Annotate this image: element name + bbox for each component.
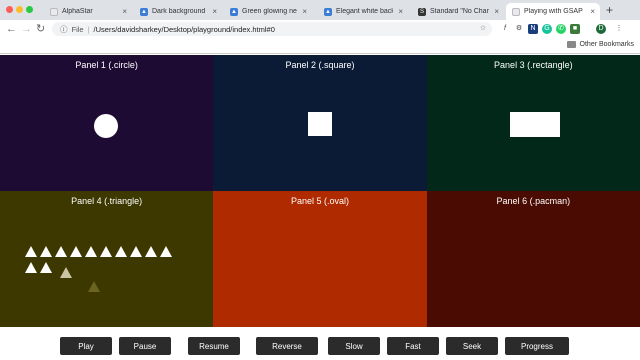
triangle-shape <box>55 246 67 257</box>
seek-button[interactable]: Seek <box>446 337 498 355</box>
menu-icon[interactable]: ⋮ <box>614 24 624 34</box>
triangle-shape <box>25 246 37 257</box>
triangle-shape <box>100 246 112 257</box>
tab-strip: AlphaStar × ▲ Dark background Vect × ▲ G… <box>0 0 640 20</box>
browser-tab-green-glowing[interactable]: ▲ Green glowing neon b × <box>224 3 312 20</box>
triangle-shape <box>145 246 157 257</box>
other-bookmarks-folder[interactable]: Other Bookmarks <box>566 41 634 48</box>
page-icon <box>50 7 58 16</box>
panel-triangle: Panel 4 (.triangle) <box>0 191 214 327</box>
browser-tab-dark-background[interactable]: ▲ Dark background Vect × <box>134 3 222 20</box>
rectangle-shape <box>509 112 560 137</box>
tab-label: Elegant white backgr <box>336 8 394 15</box>
close-tab-icon[interactable]: × <box>117 7 132 16</box>
browser-tab-alphastar[interactable]: AlphaStar × <box>44 3 132 20</box>
bookmarks-bar: Other Bookmarks <box>0 38 640 54</box>
square-shape <box>308 112 333 136</box>
resume-button[interactable]: Resume <box>188 337 240 355</box>
panel-grid: Panel 1 (.circle) Panel 2 (.square) Pane… <box>0 55 640 327</box>
triangle-shape <box>40 246 52 257</box>
play-button[interactable]: Play <box>60 337 112 355</box>
slow-button[interactable]: Slow <box>328 337 380 355</box>
controls-bar: Play Pause Resume Reverse Slow Fast Seek… <box>0 327 640 360</box>
progress-button[interactable]: Progress <box>505 337 569 355</box>
close-tab-icon[interactable]: × <box>393 7 408 16</box>
address-bar[interactable]: ⓘ File | /Users/davidsharkey/Desktop/pla… <box>52 22 492 36</box>
triangle-shape <box>85 246 97 257</box>
info-icon: ⓘ <box>60 24 68 34</box>
panel-title: Panel 1 (.circle) <box>75 60 138 70</box>
triangle-shape <box>70 246 82 257</box>
close-tab-icon[interactable]: × <box>297 7 312 16</box>
maximize-window-icon[interactable] <box>26 6 33 13</box>
page-icon <box>512 7 520 16</box>
triangle-shape <box>25 262 37 273</box>
panel-pacman: Panel 6 (.pacman) <box>426 191 640 327</box>
circle-shape <box>94 114 118 138</box>
browser-tab-elegant-white[interactable]: ▲ Elegant white backgr × <box>318 3 408 20</box>
profile-avatar[interactable]: D <box>596 24 606 34</box>
star-bookmark-icon[interactable]: ☆ <box>478 24 488 34</box>
browser-toolbar: ← → ↻ ⓘ File | /Users/davidsharkey/Deskt… <box>0 20 640 38</box>
browser-chrome: AlphaStar × ▲ Dark background Vect × ▲ G… <box>0 0 640 54</box>
reload-icon[interactable]: ↻ <box>36 22 45 36</box>
address-separator: | <box>87 24 90 34</box>
forward-arrow-icon[interactable]: → <box>21 22 32 36</box>
back-arrow-icon[interactable]: ← <box>6 22 17 36</box>
browser-tab-playing-with-gsap[interactable]: Playing with GSAP × <box>506 3 600 20</box>
new-tab-button[interactable]: + <box>606 3 613 17</box>
tab-label: Playing with GSAP <box>524 8 583 15</box>
tab-label: Dark background Vect <box>152 8 207 15</box>
vecteezy-icon: ▲ <box>324 7 332 16</box>
tab-label: Standard "No Charge <box>430 8 489 15</box>
panel-title: Panel 4 (.triangle) <box>71 196 143 206</box>
other-bookmarks-label: Other Bookmarks <box>579 41 634 48</box>
whatsapp-icon[interactable]: ✆ <box>556 24 566 34</box>
panel-oval: Panel 5 (.oval) <box>213 191 427 327</box>
triangle-shape <box>88 281 100 292</box>
note-extension-icon[interactable]: N <box>528 24 538 34</box>
vecteezy-icon: ▲ <box>230 7 238 16</box>
panel-title: Panel 3 (.rectangle) <box>494 60 573 70</box>
address-url: /Users/davidsharkey/Desktop/playground/i… <box>93 24 275 34</box>
close-tab-icon[interactable]: × <box>207 7 222 16</box>
folder-icon <box>566 41 576 48</box>
triangle-shape <box>60 267 72 278</box>
font-extension-icon[interactable]: f <box>500 24 510 34</box>
triangle-shape <box>160 246 172 257</box>
panel-rectangle: Panel 3 (.rectangle) <box>426 55 640 191</box>
pause-button[interactable]: Pause <box>119 337 171 355</box>
puzzle-extension-icon[interactable]: ■ <box>570 24 580 34</box>
panel-title: Panel 5 (.oval) <box>290 196 349 206</box>
panel-square: Panel 2 (.square) <box>213 55 427 191</box>
address-scheme-label: File <box>71 24 84 34</box>
grammarly-icon[interactable]: G <box>542 24 552 34</box>
fast-button[interactable]: Fast <box>387 337 439 355</box>
browser-tab-standard-no-charge[interactable]: S Standard "No Charge × <box>412 3 504 20</box>
close-window-icon[interactable] <box>6 6 13 13</box>
triangle-shape <box>115 246 127 257</box>
extension-icon[interactable]: ⚙ <box>514 24 524 34</box>
reverse-button[interactable]: Reverse <box>256 337 318 355</box>
close-tab-icon[interactable]: × <box>585 7 600 16</box>
vecteezy-icon: ▲ <box>140 7 148 16</box>
panel-title: Panel 6 (.pacman) <box>496 196 571 206</box>
minimize-window-icon[interactable] <box>16 6 23 13</box>
panel-title: Panel 2 (.square) <box>285 60 355 70</box>
triangle-shape <box>130 246 142 257</box>
close-tab-icon[interactable]: × <box>489 7 504 16</box>
tab-label: Green glowing neon b <box>242 8 297 15</box>
tab-label: AlphaStar <box>62 8 93 15</box>
triangle-shape <box>40 262 52 273</box>
panel-circle: Panel 1 (.circle) <box>0 55 214 191</box>
shutterstock-icon: S <box>418 7 426 16</box>
